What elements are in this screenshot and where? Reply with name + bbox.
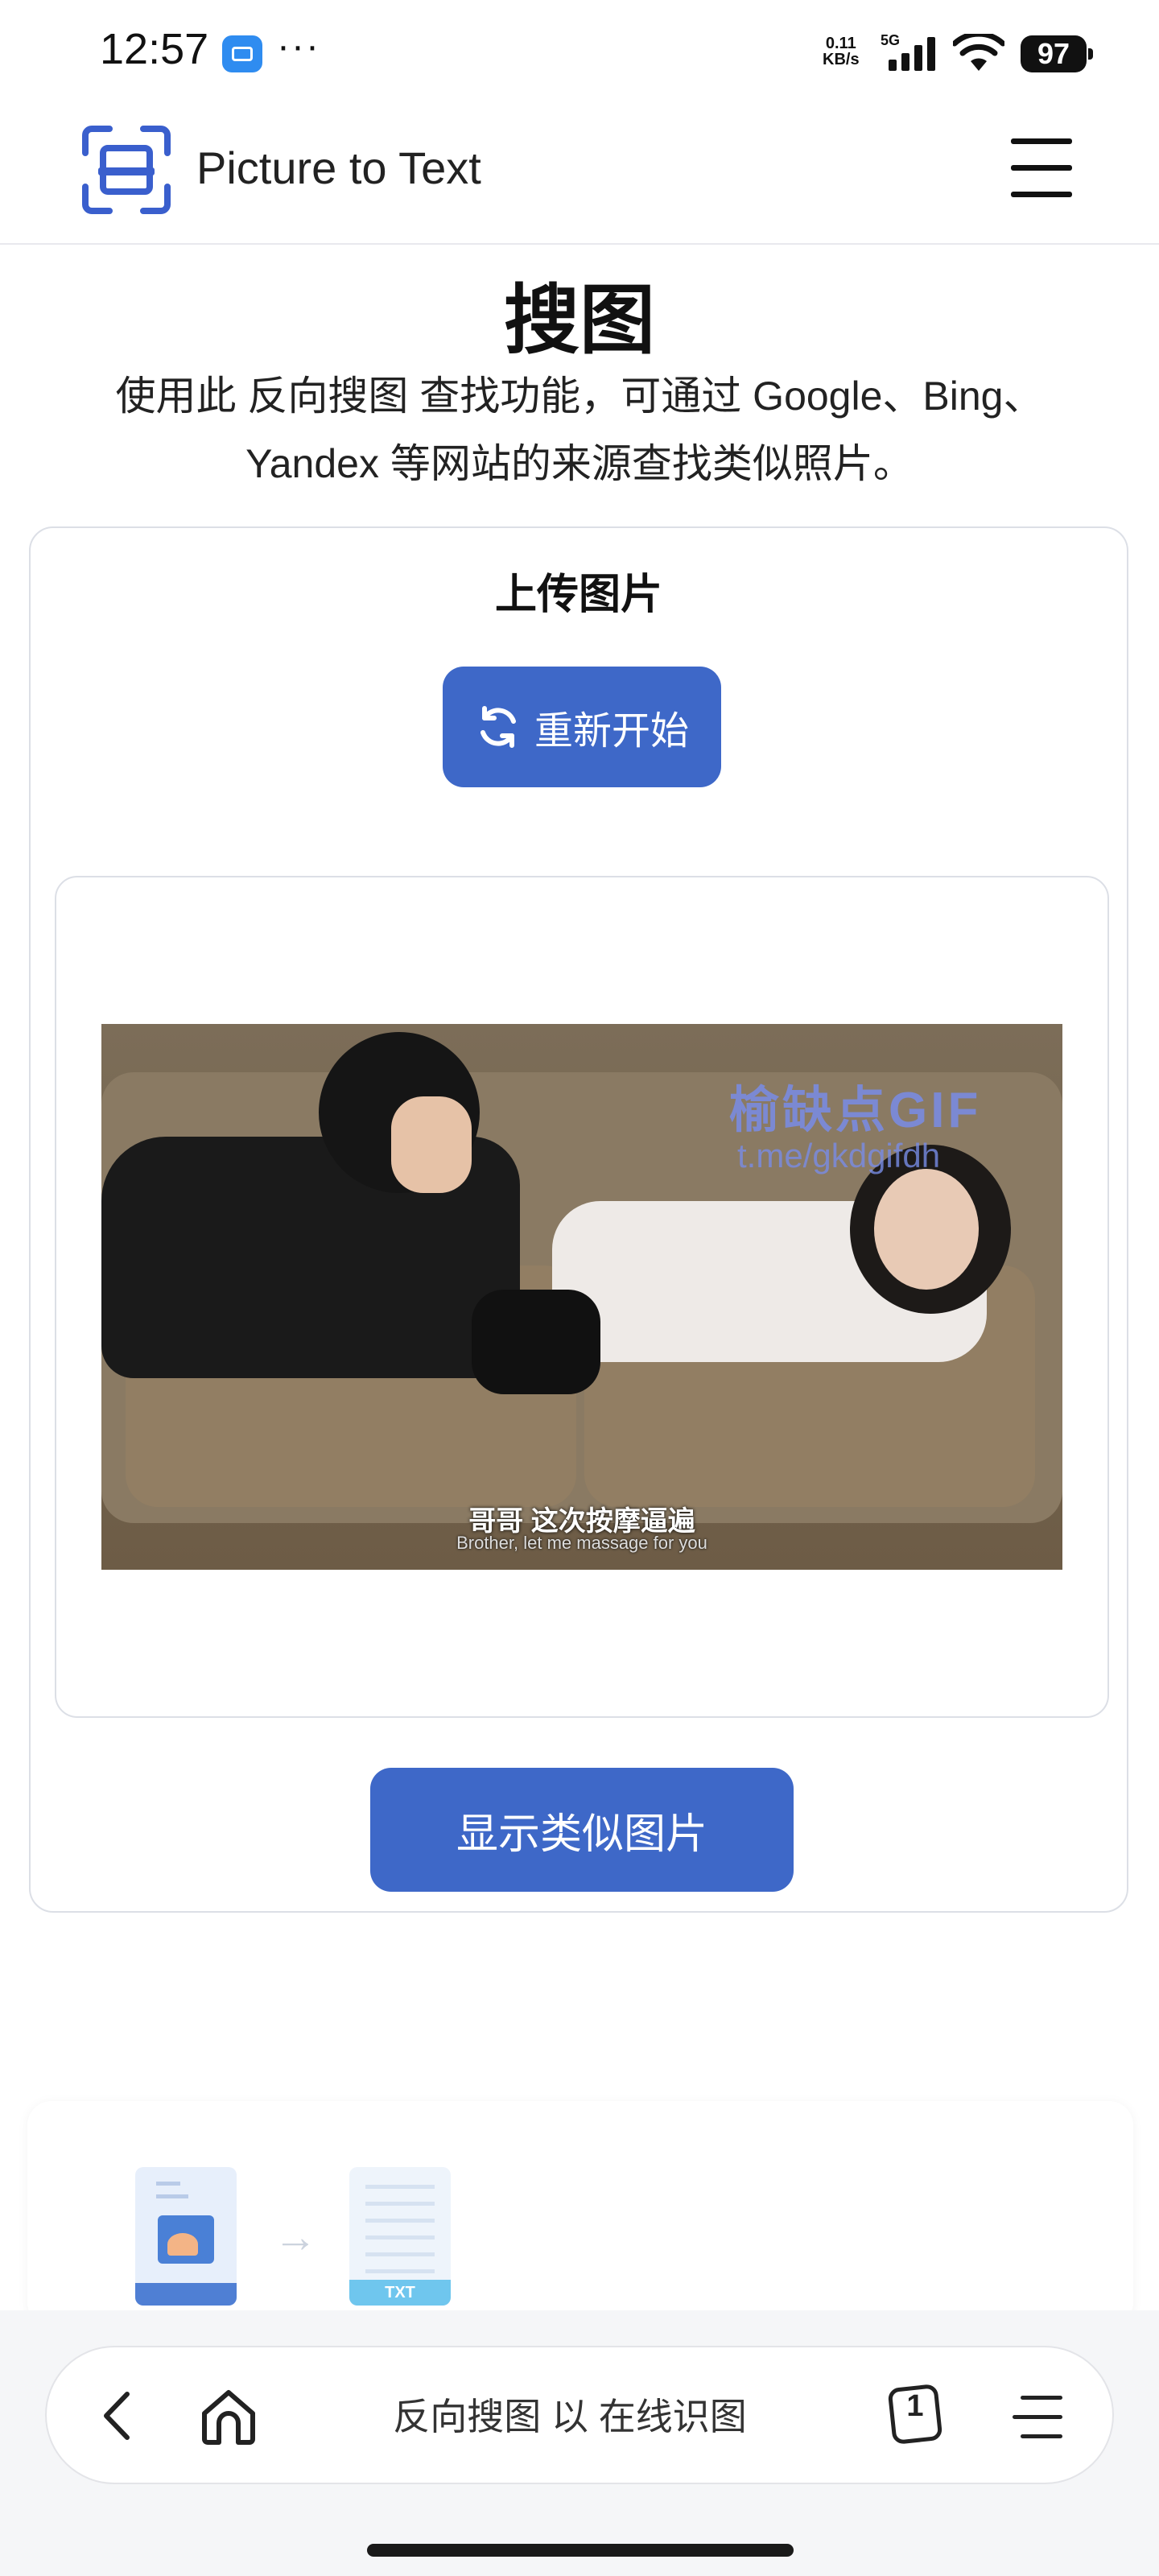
- uploaded-image: 榆缺点GIF t.me/gkdgifdh 哥哥 这次按摩逼遍 Brother, …: [101, 1024, 1062, 1570]
- home-indicator[interactable]: [367, 2544, 794, 2557]
- image-watermark-url: t.me/gkdgifdh: [737, 1137, 941, 1174]
- browser-menu-icon[interactable]: [1006, 2391, 1062, 2442]
- image-watermark: 榆缺点GIF: [729, 1083, 982, 1138]
- page-title: 搜图: [503, 278, 655, 362]
- image-file-icon: [135, 2167, 237, 2306]
- page-description: 使用此 反向搜图 查找功能，可通过 Google、Bing、Yandex 等网站…: [115, 374, 1044, 486]
- address-bar[interactable]: 反向搜图 以 在线识图: [344, 2388, 795, 2441]
- hamburger-icon[interactable]: [1011, 138, 1077, 203]
- image-preview-box: 榆缺点GIF t.me/gkdgifdh 哥哥 这次按摩逼遍 Brother, …: [55, 876, 1109, 1718]
- battery-indicator: 97: [1021, 35, 1093, 72]
- notification-app-icon: [222, 35, 262, 72]
- scan-icon[interactable]: [80, 124, 172, 216]
- site-header: Picture to Text: [0, 105, 1159, 245]
- restart-label: 重新开始: [534, 710, 689, 753]
- txt-tag: TXT: [349, 2280, 451, 2306]
- arrow-right-icon: →: [274, 2213, 317, 2261]
- brand-name[interactable]: Picture to Text: [196, 142, 481, 194]
- tabs-button[interactable]: 1: [884, 2381, 950, 2449]
- status-time: 12:57: [100, 25, 209, 73]
- network-speed-unit: KB/s: [823, 51, 860, 68]
- refresh-icon: [480, 706, 516, 748]
- show-similar-button[interactable]: 显示类似图片: [370, 1768, 794, 1892]
- network-type-label: 5G: [881, 32, 900, 48]
- upload-card: 上传图片 重新开始 榆缺点GIF t.me/gkdgifdh 哥哥 这次按摩逼遍…: [29, 526, 1128, 1913]
- cellular-signal-icon: 5G: [881, 32, 935, 71]
- restart-button[interactable]: 重新开始: [443, 667, 721, 787]
- home-icon[interactable]: [198, 2386, 259, 2447]
- image-subtitle-en: Brother, let me massage for you: [456, 1533, 707, 1553]
- back-icon[interactable]: [95, 2388, 143, 2444]
- wifi-icon: [953, 34, 1004, 71]
- browser-bar: 反向搜图 以 在线识图 1: [45, 2346, 1114, 2484]
- tab-count: 1: [906, 2389, 924, 2423]
- feature-card: → TXT: [27, 2101, 1133, 2326]
- network-speed-value: 0.11: [825, 35, 856, 52]
- network-speed: 0.11 KB/s: [823, 35, 860, 68]
- text-file-icon: TXT: [349, 2167, 451, 2306]
- upload-title: 上传图片: [494, 572, 662, 618]
- more-notifications-indicator: ···: [277, 25, 320, 68]
- status-bar: 12:57 ··· 0.11 KB/s 5G 97: [0, 0, 1159, 105]
- browser-toolbar: 反向搜图 以 在线识图 1: [0, 2310, 1159, 2576]
